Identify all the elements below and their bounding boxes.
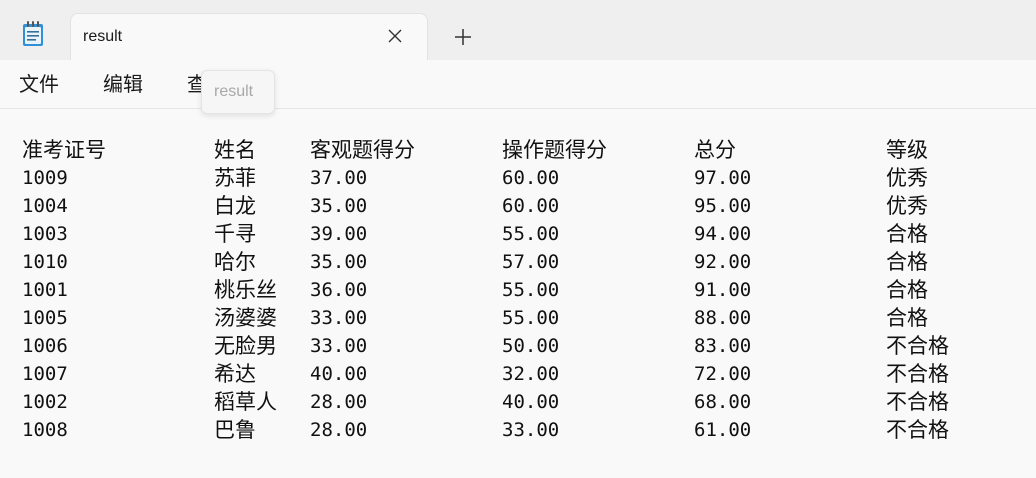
table-cell: 桃乐丝 [214, 278, 277, 302]
table-cell: 28.00 [310, 391, 368, 413]
table-cell: 白龙 [214, 194, 256, 218]
header-cell: 总分 [694, 138, 736, 162]
header-cell: 操作题得分 [502, 138, 607, 162]
header-cell: 客观题得分 [310, 138, 415, 162]
table-cell: 55.00 [502, 307, 560, 329]
close-icon[interactable] [385, 26, 405, 46]
table-cell: 60.00 [502, 195, 560, 217]
table-cell: 94.00 [694, 223, 752, 245]
table-cell: 91.00 [694, 279, 752, 301]
text-editor-content[interactable]: 准考证号 姓名 客观题得分 操作题得分 总分 等级 1009 苏菲 37.00 60.… [0, 136, 1036, 444]
table-cell: 不合格 [886, 418, 949, 442]
title-bar: result [0, 0, 1036, 60]
menu-file[interactable]: 文件 [19, 72, 59, 96]
table-cell: 1008 [22, 419, 68, 441]
header-cell: 等级 [886, 138, 928, 162]
table-row: 1009 苏菲 37.00 60.00 97.00 优秀 [0, 164, 1036, 192]
table-cell: 33.00 [310, 335, 368, 357]
table-cell: 83.00 [694, 335, 752, 357]
header-cell: 准考证号 [22, 138, 106, 162]
table-cell: 稻草人 [214, 390, 277, 414]
table-cell: 1001 [22, 279, 68, 301]
table-cell: 50.00 [502, 335, 560, 357]
table-cell: 57.00 [502, 251, 560, 273]
table-cell: 28.00 [310, 419, 368, 441]
table-cell: 40.00 [502, 391, 560, 413]
tab-title: result [83, 28, 123, 45]
table-row: 1001 桃乐丝 36.00 55.00 91.00 合格 [0, 276, 1036, 304]
table-cell: 92.00 [694, 251, 752, 273]
table-cell: 1009 [22, 167, 68, 189]
table-row: 1003 千寻 39.00 55.00 94.00 合格 [0, 220, 1036, 248]
table-cell: 汤婆婆 [214, 306, 277, 330]
table-row: 1007 希达 40.00 32.00 72.00 不合格 [0, 360, 1036, 388]
tab-result[interactable]: result [70, 13, 428, 60]
table-cell: 1005 [22, 307, 68, 329]
header-cell: 姓名 [214, 138, 256, 162]
table-cell: 37.00 [310, 167, 368, 189]
table-cell: 72.00 [694, 363, 752, 385]
table-cell: 1010 [22, 251, 68, 273]
table-cell: 1007 [22, 363, 68, 385]
table-cell: 55.00 [502, 279, 560, 301]
table-cell: 1003 [22, 223, 68, 245]
table-row: 1006 无脸男 33.00 50.00 83.00 不合格 [0, 332, 1036, 360]
table-cell: 优秀 [886, 166, 928, 190]
table-cell: 不合格 [886, 362, 949, 386]
tooltip-text: result [214, 83, 254, 100]
notepad-icon [22, 21, 44, 47]
table-cell: 1004 [22, 195, 68, 217]
table-cell: 68.00 [694, 391, 752, 413]
notepad-window: result 文件 编辑 查看 result 准考证号 姓名 客观题得分 操作题… [0, 0, 1036, 478]
table-cell: 60.00 [502, 167, 560, 189]
table-row: 1010 哈尔 35.00 57.00 92.00 合格 [0, 248, 1036, 276]
plus-icon[interactable] [452, 26, 474, 48]
tab-tooltip: result [201, 70, 275, 114]
table-cell: 希达 [214, 362, 256, 386]
table-cell: 哈尔 [214, 250, 256, 274]
table-cell: 无脸男 [214, 334, 277, 358]
table-cell: 1006 [22, 335, 68, 357]
table-cell: 33.00 [310, 307, 368, 329]
table-row: 1008 巴鲁 28.00 33.00 61.00 不合格 [0, 416, 1036, 444]
table-cell: 61.00 [694, 419, 752, 441]
table-cell: 合格 [886, 306, 928, 330]
table-cell: 不合格 [886, 390, 949, 414]
table-cell: 40.00 [310, 363, 368, 385]
menu-edit[interactable]: 编辑 [103, 72, 143, 96]
table-cell: 苏菲 [214, 166, 256, 190]
table-cell: 不合格 [886, 334, 949, 358]
table-cell: 合格 [886, 222, 928, 246]
menu-bar: 文件 编辑 查看 [0, 60, 1036, 109]
table-cell: 55.00 [502, 223, 560, 245]
table-cell: 88.00 [694, 307, 752, 329]
table-cell: 合格 [886, 250, 928, 274]
table-cell: 36.00 [310, 279, 368, 301]
table-cell: 32.00 [502, 363, 560, 385]
table-cell: 95.00 [694, 195, 752, 217]
table-cell: 35.00 [310, 195, 368, 217]
table-cell: 优秀 [886, 194, 928, 218]
header-row: 准考证号 姓名 客观题得分 操作题得分 总分 等级 [0, 136, 1036, 164]
table-cell: 35.00 [310, 251, 368, 273]
table-cell: 千寻 [214, 222, 256, 246]
table-cell: 39.00 [310, 223, 368, 245]
table-cell: 合格 [886, 278, 928, 302]
table-cell: 33.00 [502, 419, 560, 441]
table-row: 1004 白龙 35.00 60.00 95.00 优秀 [0, 192, 1036, 220]
table-row: 1005 汤婆婆 33.00 55.00 88.00 合格 [0, 304, 1036, 332]
table-cell: 巴鲁 [214, 418, 256, 442]
table-row: 1002 稻草人 28.00 40.00 68.00 不合格 [0, 388, 1036, 416]
table-cell: 1002 [22, 391, 68, 413]
table-cell: 97.00 [694, 167, 752, 189]
